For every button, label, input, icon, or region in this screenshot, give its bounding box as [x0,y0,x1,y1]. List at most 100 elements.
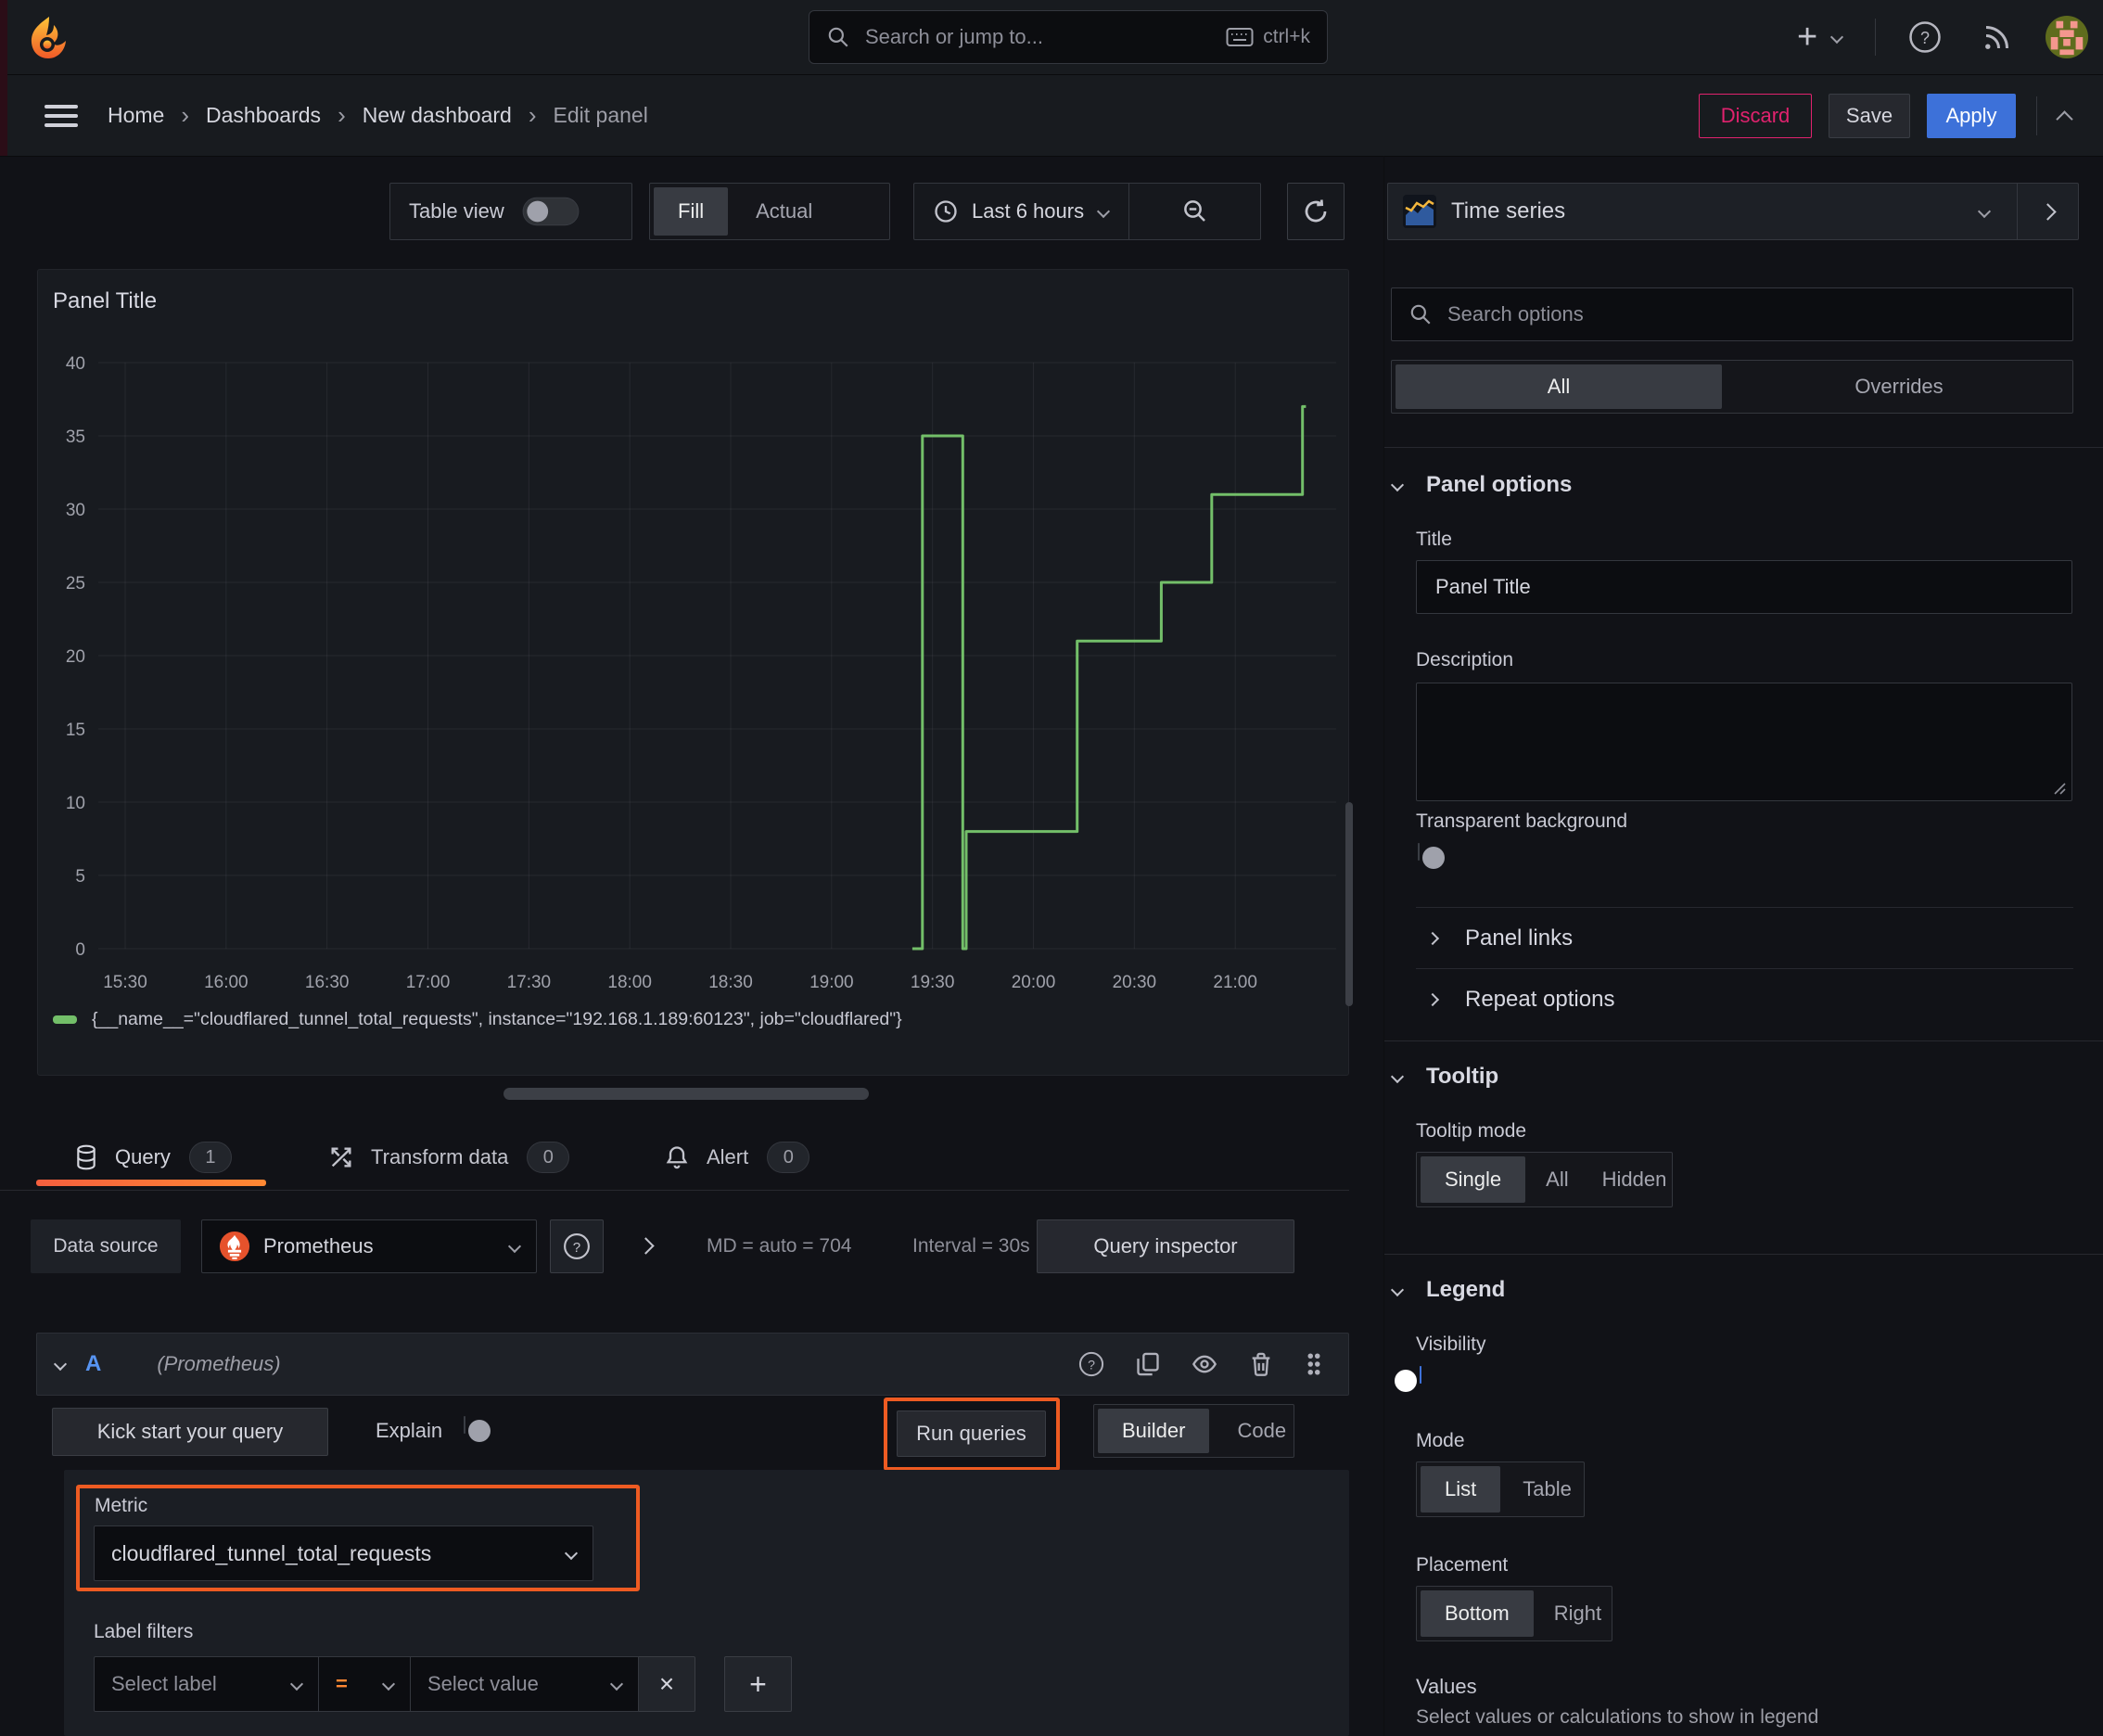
description-field[interactable] [1416,683,2072,801]
legend-placement-bottom[interactable]: Bottom [1421,1590,1534,1637]
options-tab-overrides[interactable]: Overrides [1726,361,2072,413]
chart-legend[interactable]: {__name__="cloudflared_tunnel_total_requ… [53,1005,902,1033]
svg-text:10: 10 [66,794,85,813]
metric-select[interactable]: cloudflared_tunnel_total_requests [94,1525,593,1581]
query-row-header[interactable]: A (Prometheus) ? [36,1333,1349,1396]
code-option[interactable]: Code [1213,1405,1310,1457]
tooltip-mode-all[interactable]: All [1529,1153,1585,1206]
legend-placement-right[interactable]: Right [1537,1587,1618,1640]
vertical-scrollbar[interactable] [1345,802,1353,1006]
builder-option[interactable]: Builder [1098,1409,1210,1453]
repeat-options-section[interactable]: Repeat options [1425,981,1615,1018]
news-rss-button[interactable] [1981,20,2014,54]
svg-text:20:30: 20:30 [1113,973,1157,992]
breadcrumb-dashboards[interactable]: Dashboards [206,103,321,128]
breadcrumb-new-dashboard[interactable]: New dashboard [363,103,512,128]
chevron-down-icon [1977,204,1992,219]
tooltip-mode-hidden[interactable]: Hidden [1586,1153,1684,1206]
chart-svg[interactable]: 0 5 10 15 20 25 30 35 40 15:30 16:00 16:30 17:00 17:3… [38,270,1348,1002]
title-field-input[interactable] [1434,574,2055,600]
prometheus-icon [219,1231,250,1262]
datasource-help-button[interactable]: ? [550,1219,604,1273]
table-view-toggle[interactable] [522,197,580,226]
label-filters-label: Label filters [94,1621,194,1642]
viz-picker[interactable]: Time series [1387,183,2079,240]
label-filter-operator-select[interactable]: = [319,1656,411,1712]
chevron-down-icon [1390,1283,1405,1297]
expand-row-chevron[interactable] [637,1237,655,1255]
fill-option[interactable]: Fill [654,187,729,236]
time-range-label[interactable]: Last 6 hours [972,199,1084,223]
svg-text:20: 20 [66,647,85,667]
refresh-button[interactable] [1287,183,1345,240]
label-filter-label-select[interactable]: Select label [94,1656,319,1712]
breadcrumb-home[interactable]: Home [108,103,164,128]
query-inspector-button[interactable]: Query inspector [1037,1219,1294,1273]
tab-alert-label: Alert [707,1145,749,1168]
legend-mode-list[interactable]: List [1421,1466,1501,1513]
hide-query-eye-icon[interactable] [1191,1351,1218,1377]
datasource-name: Prometheus [263,1234,374,1257]
resize-handle-icon[interactable] [2051,780,2066,795]
legend-mode-segmented: List Table [1416,1462,1585,1517]
tab-query[interactable]: Query 1 [74,1134,232,1181]
tooltip-mode-label: Tooltip mode [1416,1120,1527,1142]
legend-visibility-toggle[interactable] [1395,1366,1421,1392]
panel-options-header[interactable]: Panel options [1390,468,1572,502]
remove-filter-button[interactable]: × [639,1656,695,1712]
tab-alert[interactable]: Alert 0 [664,1134,810,1181]
legend-series-label[interactable]: {__name__="cloudflared_tunnel_total_requ… [92,1009,902,1030]
svg-text:19:30: 19:30 [911,973,955,992]
label-filter-value-select[interactable]: Select value [411,1656,639,1712]
search-shortcut: ctrl+k [1263,26,1310,47]
description-textarea[interactable] [1434,693,2055,789]
options-tab-all[interactable]: All [1396,364,1722,409]
apply-button[interactable]: Apply [1927,94,2016,138]
chevron-down-icon [1390,478,1405,492]
svg-text:5: 5 [75,867,85,887]
tab-transform[interactable]: Transform data 0 [328,1134,570,1181]
duplicate-query-icon[interactable] [1135,1351,1161,1377]
options-search-input[interactable] [1446,301,2056,327]
delete-query-trash-icon[interactable] [1248,1351,1274,1377]
legend-section-header[interactable]: Legend [1390,1273,1506,1307]
svg-text:35: 35 [66,428,85,447]
options-search[interactable] [1391,287,2073,341]
datasource-picker[interactable]: Prometheus [201,1219,537,1273]
svg-text:30: 30 [66,501,85,520]
add-new-button[interactable]: + [1797,19,1844,55]
svg-text:21:00: 21:00 [1213,973,1257,992]
sidebar-divider [1383,156,1384,1736]
tooltip-mode-single[interactable]: Single [1421,1156,1526,1203]
user-avatar[interactable] [2046,16,2088,58]
tooltip-section-header[interactable]: Tooltip [1390,1060,1498,1093]
breadcrumb-edit-panel: Edit panel [553,102,648,127]
repeat-options-label: Repeat options [1465,987,1615,1012]
global-search-input[interactable] [863,24,1219,50]
run-queries-button[interactable]: Run queries [897,1410,1046,1457]
add-filter-button[interactable]: + [724,1656,792,1712]
help-button[interactable]: ? [1908,20,1942,54]
kick-start-query-button[interactable]: Kick start your query [52,1408,328,1456]
title-field[interactable] [1416,560,2072,614]
legend-section-title: Legend [1426,1277,1506,1302]
discard-button[interactable]: Discard [1699,94,1812,138]
tab-transform-label: Transform data [371,1145,509,1168]
zoom-out-button[interactable] [1181,198,1209,225]
collapse-options-button[interactable] [2039,202,2057,221]
collapse-query-chevron[interactable] [53,1357,68,1372]
panel-links-section[interactable]: Panel links [1425,920,1573,957]
save-button[interactable]: Save [1829,94,1910,138]
query-help-icon[interactable]: ? [1077,1350,1105,1378]
drag-handle-grip-icon[interactable] [1304,1350,1324,1378]
explain-toggle[interactable] [464,1416,491,1442]
legend-mode-table[interactable]: Table [1504,1462,1590,1516]
menu-toggle[interactable] [45,99,82,133]
horizontal-scrollbar[interactable] [503,1088,869,1100]
metric-value: cloudflared_tunnel_total_requests [111,1540,432,1565]
global-search[interactable]: ctrl+k [809,10,1328,64]
grafana-logo[interactable] [26,15,70,59]
transparent-bg-toggle[interactable] [1418,843,1445,869]
actual-option[interactable]: Actual [732,184,836,239]
svg-text:?: ? [573,1240,580,1256]
